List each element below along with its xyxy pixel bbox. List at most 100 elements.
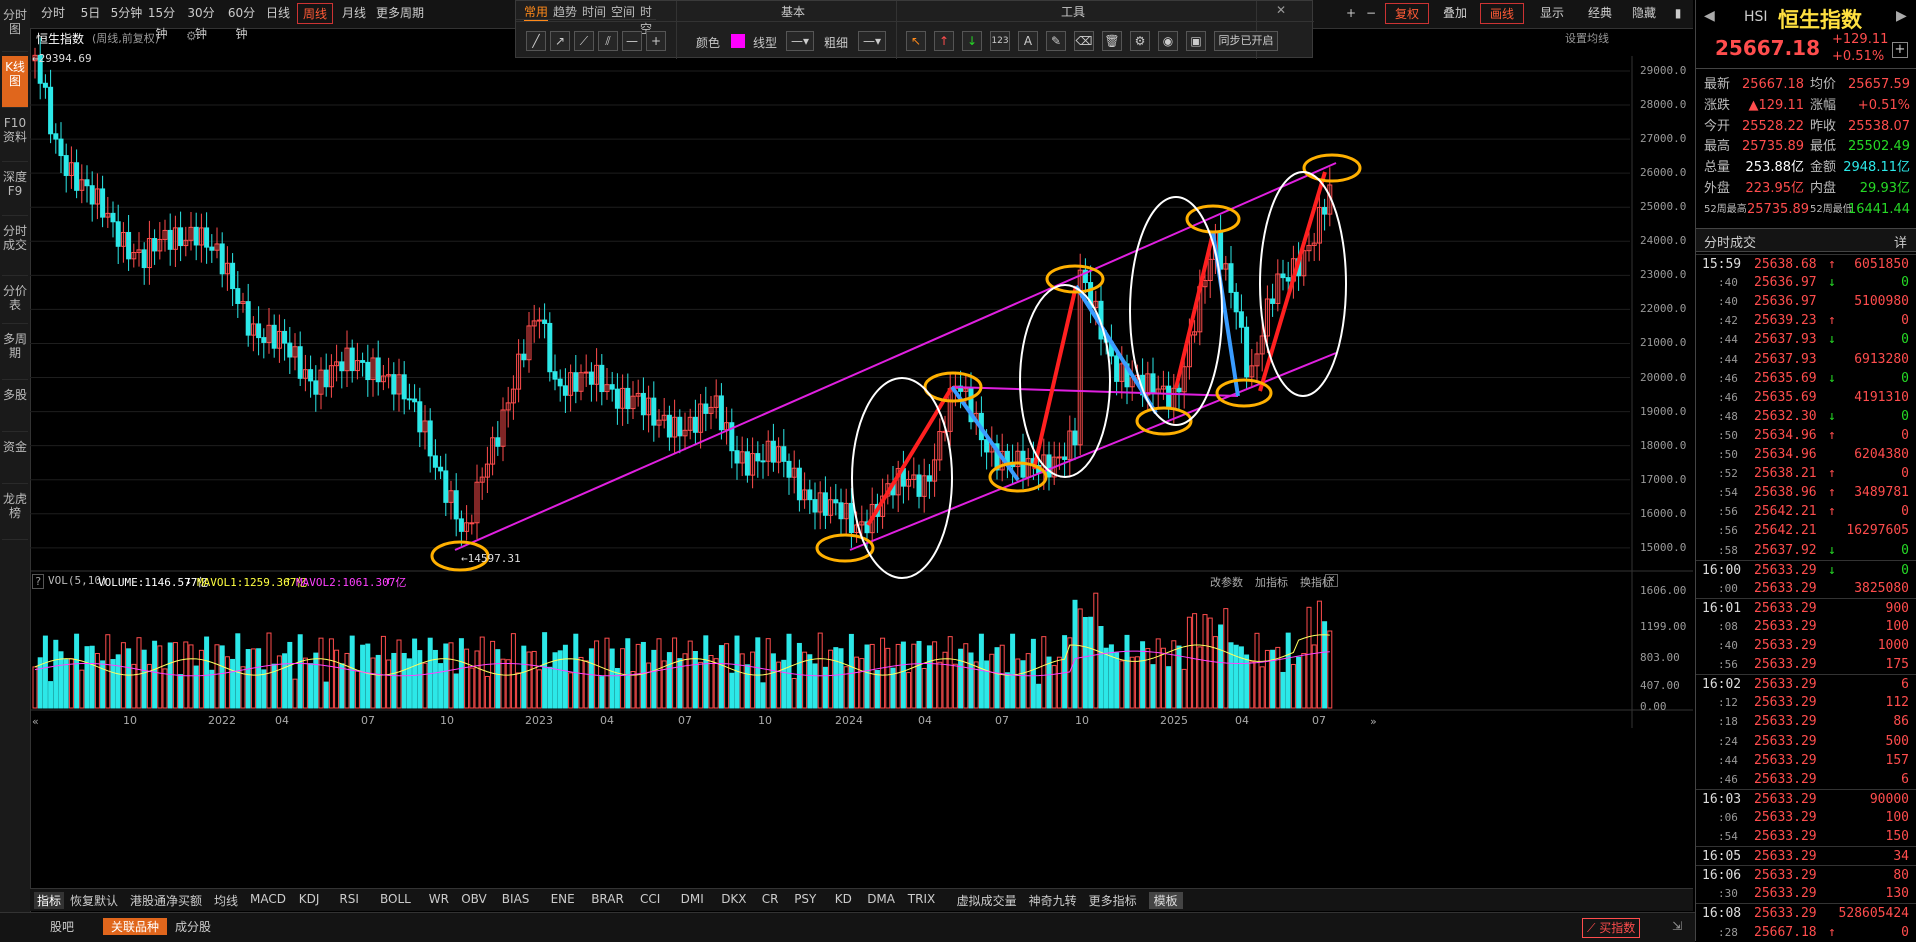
trade-row: :46 25633.29 6 [1696, 770, 1916, 789]
indicator-23[interactable]: 更多指标 [1089, 892, 1137, 909]
volume-bar [178, 674, 184, 709]
trade-row: :44 25637.93 ↓ 0 [1696, 330, 1916, 349]
volume-bar [833, 647, 839, 709]
indicator-15[interactable]: DKX [721, 892, 746, 906]
indicator-14[interactable]: DMI [681, 892, 704, 906]
indicator-10[interactable]: BIAS [502, 892, 530, 906]
indicator-24[interactable]: 模板 [1148, 892, 1183, 909]
indicator-7[interactable]: BOLL [380, 892, 411, 906]
kline-chart[interactable]: 恒生指数 (周线,前复权) ⚙ 设置均线 «» 29000.0 28000.0 27… [30, 28, 1693, 930]
trades-detail-link[interactable]: 详 [1894, 232, 1907, 251]
close-icon[interactable]: ✕ [1325, 574, 1338, 587]
minus-icon[interactable]: − [1363, 3, 1379, 24]
quote-value: 25538.07 [1847, 118, 1910, 134]
section-basic-label: 基本 [781, 5, 806, 19]
close-icon[interactable]: ✕ [1276, 3, 1286, 17]
draw-tab-2[interactable]: 时间 [582, 3, 606, 20]
volume-bar [984, 660, 990, 709]
help-icon[interactable]: ? [32, 574, 44, 589]
volume-bar [703, 635, 709, 709]
period-1[interactable]: 5日 [74, 3, 107, 24]
period-5[interactable]: 60分钟 [223, 3, 260, 41]
indicator-21[interactable]: 虚拟成交量 [957, 892, 1017, 909]
indicator-13[interactable]: CCI [640, 892, 660, 906]
buy-index-label: 买指数 [1599, 921, 1636, 935]
bottom-tab-2[interactable]: 成分股 [175, 918, 211, 935]
trade-price: 25633.29 [1754, 733, 1817, 749]
price-tick: 24000.0 [1640, 234, 1687, 248]
next-arrow-icon[interactable]: ▶ [1896, 8, 1907, 24]
candle-body [323, 369, 329, 388]
volume-bar [932, 641, 938, 709]
bottom-tab-0[interactable]: 股吧 [50, 918, 74, 935]
toolbar-right-5[interactable]: 隐藏 [1622, 3, 1666, 24]
vol-action-1[interactable]: 加指标 [1255, 574, 1288, 590]
indicator-17[interactable]: PSY [794, 892, 816, 906]
price-tick: 16000.0 [1640, 506, 1687, 520]
nav-item-7[interactable]: 多股 [2, 384, 28, 432]
nav-item-1[interactable]: K线图 [2, 56, 28, 108]
volume-bar [318, 637, 324, 709]
indicator-19[interactable]: DMA [867, 892, 895, 906]
quote-label: 昨收 [1810, 118, 1837, 134]
toolbar-right-4[interactable]: 经典 [1578, 3, 1622, 24]
trade-volume: 0 [1901, 275, 1909, 291]
indicator-4[interactable]: MACD [250, 892, 286, 906]
toolbar-right-1[interactable]: 叠加 [1433, 3, 1477, 24]
collapse-icon[interactable]: ▮ [1670, 3, 1686, 24]
nav-item-6[interactable]: 多周期 [2, 328, 28, 380]
period-2[interactable]: 5分钟 [110, 3, 143, 24]
nav-item-4[interactable]: 分时成交 [2, 220, 28, 276]
vol-action-0[interactable]: 改参数 [1210, 574, 1243, 590]
period-7[interactable]: 周线 [297, 3, 333, 24]
candle-body [677, 416, 683, 437]
toolbar-right-0[interactable]: 复权 [1385, 3, 1429, 24]
period-6[interactable]: 日线 [262, 3, 294, 24]
indicator-1[interactable]: 恢复默认 [70, 892, 118, 909]
indicator-2[interactable]: 港股通净买额 [130, 892, 202, 909]
indicator-12[interactable]: BRAR [591, 892, 624, 906]
toolbar-right-2[interactable]: 画线 [1480, 3, 1524, 24]
indicator-8[interactable]: WR [429, 892, 449, 906]
period-9[interactable]: 更多周期 [376, 3, 424, 24]
buy-index-button[interactable]: ⟋ 买指数 [1582, 918, 1641, 938]
draw-tab-3[interactable]: 空间 [611, 3, 635, 20]
indicator-0[interactable]: 指标 [34, 892, 65, 909]
bottom-tab-1[interactable]: 关联品种 [103, 918, 168, 935]
prev-arrow-icon[interactable]: ◀ [1704, 8, 1715, 24]
indicator-18[interactable]: KD [835, 892, 852, 906]
indicator-6[interactable]: RSI [339, 892, 359, 906]
nav-item-0[interactable]: 分时图 [2, 4, 28, 52]
nav-item-3[interactable]: 深度F9 [2, 166, 28, 216]
nav-item-9[interactable]: 龙虎榜 [2, 488, 28, 540]
scroll-left-icon: « [32, 715, 39, 728]
period-0[interactable]: 分时 [35, 3, 71, 24]
volume-bar [438, 663, 444, 709]
indicator-20[interactable]: TRIX [908, 892, 935, 906]
indicator-9[interactable]: OBV [461, 892, 487, 906]
indicator-16[interactable]: CR [762, 892, 779, 906]
draw-tab-1[interactable]: 趋势 [553, 3, 577, 20]
export-icon[interactable]: ⇲ [1672, 919, 1682, 933]
indicator-3[interactable]: 均线 [214, 892, 238, 909]
indicator-11[interactable]: ENE [551, 892, 575, 906]
chart-canvas[interactable]: «» [30, 28, 1693, 930]
trade-price: 25633.29 [1754, 600, 1817, 616]
candle-body [89, 185, 95, 205]
indicator-5[interactable]: KDJ [299, 892, 320, 906]
nav-item-8[interactable]: 资金 [2, 436, 28, 484]
toolbar-right-3[interactable]: 显示 [1530, 3, 1574, 24]
period-8[interactable]: 月线 [336, 3, 372, 24]
period-4[interactable]: 30分钟 [182, 3, 220, 41]
up-arrow-icon: ↑ [1828, 427, 1836, 443]
add-icon[interactable]: + [1892, 42, 1908, 58]
indicator-22[interactable]: 神奇九转 [1029, 892, 1077, 909]
plus-icon[interactable]: + [1343, 3, 1359, 24]
draw-tab-0[interactable]: 常用 [524, 3, 549, 22]
nav-item-2[interactable]: F10资料 [2, 112, 28, 162]
period-3[interactable]: 15分钟 [143, 3, 180, 41]
nav-item-5[interactable]: 分价表 [2, 280, 28, 324]
volume-bar [266, 632, 272, 709]
volume-bar [521, 645, 527, 709]
trade-volume: 0 [1901, 313, 1909, 329]
